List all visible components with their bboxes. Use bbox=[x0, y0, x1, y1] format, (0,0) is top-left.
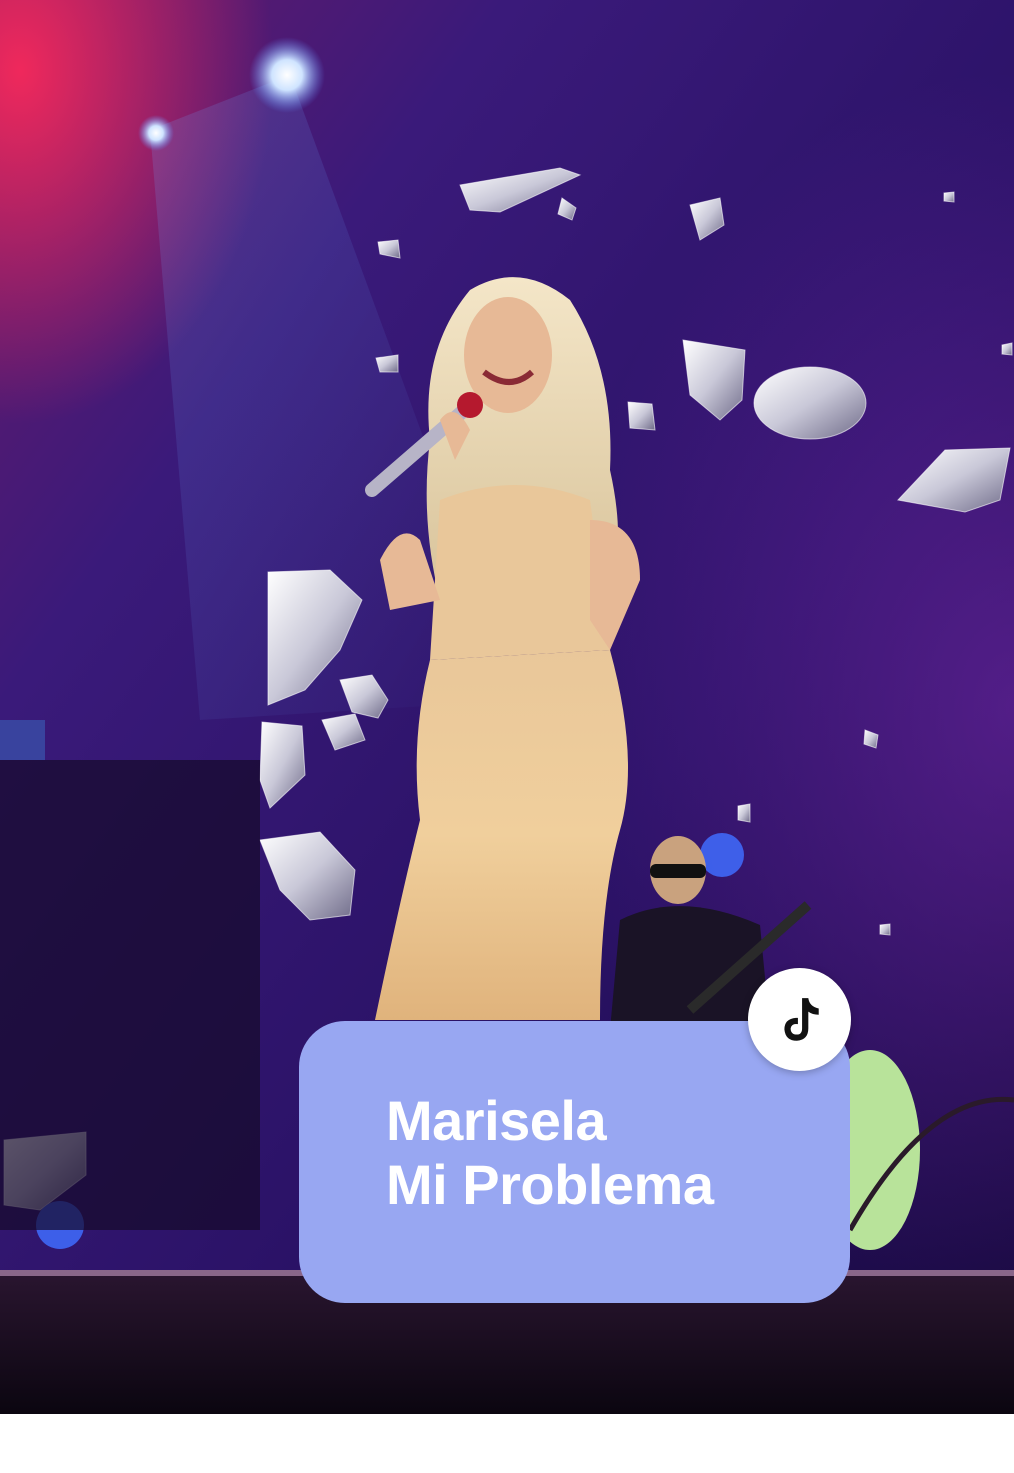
tiktok-logo-icon bbox=[784, 998, 819, 1041]
bottom-margin bbox=[0, 1414, 1014, 1473]
caption-card: Marisela Mi Problema bbox=[299, 1021, 850, 1303]
stage-equipment bbox=[0, 760, 260, 1230]
keyboard-equipment bbox=[0, 720, 45, 760]
stage-spotlight-small bbox=[138, 115, 174, 151]
stage-spotlight bbox=[249, 37, 325, 113]
song-title: Mi Problema bbox=[386, 1153, 714, 1216]
tiktok-badge[interactable] bbox=[748, 968, 851, 1071]
artist-name: Marisela bbox=[386, 1089, 607, 1152]
